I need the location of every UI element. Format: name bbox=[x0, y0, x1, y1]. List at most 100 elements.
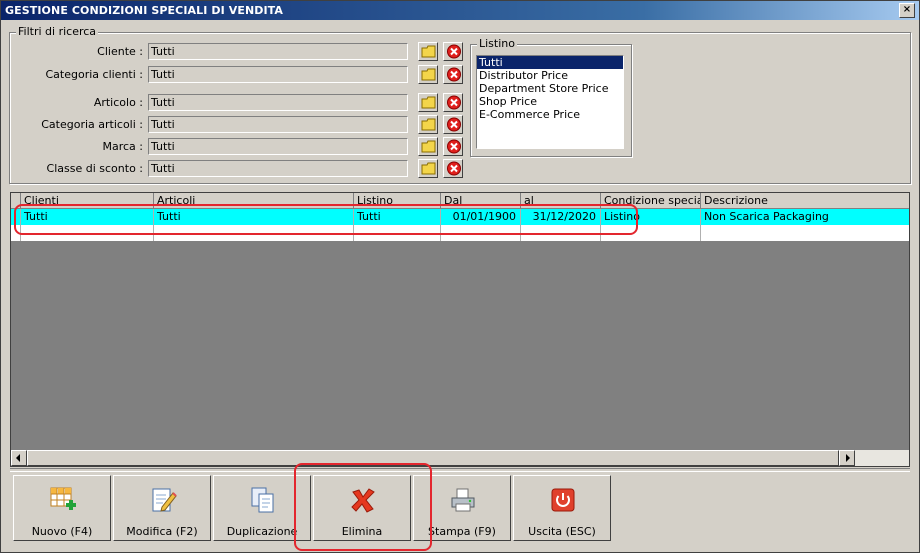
clear-icon bbox=[447, 44, 461, 59]
row-indicator bbox=[11, 209, 21, 225]
row-indicator-header bbox=[11, 193, 21, 209]
cell-articoli[interactable]: Tutti bbox=[154, 209, 354, 225]
cell-clienti[interactable]: Tutti bbox=[21, 209, 154, 225]
filter-label-categoria-clienti: Categoria clienti : bbox=[45, 68, 143, 81]
browse-articolo-button[interactable] bbox=[418, 93, 438, 112]
filter-field-articolo[interactable]: Tutti bbox=[148, 94, 408, 111]
scroll-left-button[interactable] bbox=[11, 450, 27, 466]
listino-option[interactable]: Shop Price bbox=[477, 95, 623, 108]
folder-icon bbox=[421, 140, 436, 153]
clear-cliente-button[interactable] bbox=[443, 42, 463, 61]
row-indicator bbox=[11, 225, 21, 241]
clear-icon bbox=[447, 95, 461, 110]
table-row-empty[interactable] bbox=[11, 225, 909, 241]
clear-marca-button[interactable] bbox=[443, 137, 463, 156]
cell-empty[interactable] bbox=[154, 225, 354, 241]
col-header-al[interactable]: al bbox=[521, 193, 601, 209]
col-header-condizione-speciale[interactable]: Condizione speciale bbox=[601, 193, 701, 209]
horizontal-scrollbar[interactable] bbox=[11, 450, 909, 466]
cell-dal[interactable]: 01/01/1900 bbox=[441, 209, 521, 225]
cell-condizione-speciale[interactable]: Listino bbox=[601, 209, 701, 225]
col-header-articoli[interactable]: Articoli bbox=[154, 193, 354, 209]
cell-empty[interactable] bbox=[521, 225, 601, 241]
filter-field-categoria-clienti[interactable]: Tutti bbox=[148, 66, 408, 83]
cell-empty[interactable] bbox=[701, 225, 909, 241]
filter-label-classe-di-sconto: Classe di sconto : bbox=[46, 162, 143, 175]
power-icon bbox=[551, 488, 575, 512]
window-title: GESTIONE CONDIZIONI SPECIALI DI VENDITA bbox=[5, 4, 284, 17]
listino-option[interactable]: Distributor Price bbox=[477, 69, 623, 82]
folder-icon bbox=[421, 162, 436, 175]
filter-field-categoria-articoli[interactable]: Tutti bbox=[148, 116, 408, 133]
col-header-clienti[interactable]: Clienti bbox=[21, 193, 154, 209]
clear-icon bbox=[447, 161, 461, 176]
main-window: GESTIONE CONDIZIONI SPECIALI DI VENDITA … bbox=[0, 0, 920, 553]
new-grid-icon bbox=[50, 487, 76, 510]
arrow-right-icon bbox=[846, 454, 850, 462]
edit-document-icon bbox=[152, 488, 177, 512]
clear-classe-di-sconto-button[interactable] bbox=[443, 159, 463, 178]
listino-option[interactable]: E-Commerce Price bbox=[477, 108, 623, 121]
grid-header: Clienti Articoli Listino Dal al Condizio… bbox=[11, 193, 909, 209]
filter-label-marca: Marca : bbox=[102, 140, 143, 153]
duplicazione-button[interactable]: Duplicazione bbox=[213, 475, 311, 541]
scroll-thumb[interactable] bbox=[27, 450, 839, 466]
clear-categoria-articoli-button[interactable] bbox=[443, 115, 463, 134]
toolbar-separator bbox=[10, 468, 910, 472]
printer-icon bbox=[451, 488, 475, 512]
cell-empty[interactable] bbox=[441, 225, 521, 241]
clear-articolo-button[interactable] bbox=[443, 93, 463, 112]
modifica-button[interactable]: Modifica (F2) bbox=[113, 475, 211, 541]
browse-categoria-clienti-button[interactable] bbox=[418, 65, 438, 84]
nuovo-label: Nuovo (F4) bbox=[31, 525, 93, 538]
browse-marca-button[interactable] bbox=[418, 137, 438, 156]
delete-x-icon bbox=[351, 488, 375, 513]
stampa-button[interactable]: Stampa (F9) bbox=[413, 475, 511, 541]
cell-empty[interactable] bbox=[601, 225, 701, 241]
modifica-label: Modifica (F2) bbox=[126, 525, 198, 538]
clear-icon bbox=[447, 139, 461, 154]
col-header-descrizione[interactable]: Descrizione bbox=[701, 193, 909, 209]
duplicazione-label: Duplicazione bbox=[226, 525, 298, 538]
duplicate-icon bbox=[251, 487, 274, 513]
clear-icon bbox=[447, 67, 461, 82]
cell-listino[interactable]: Tutti bbox=[354, 209, 441, 225]
filter-field-classe-di-sconto[interactable]: Tutti bbox=[148, 160, 408, 177]
clear-icon bbox=[447, 117, 461, 132]
listino-legend: Listino bbox=[477, 37, 517, 50]
cell-descrizione[interactable]: Non Scarica Packaging bbox=[701, 209, 909, 225]
table-row[interactable]: Tutti Tutti Tutti 01/01/1900 31/12/2020 … bbox=[11, 209, 909, 225]
conditions-grid[interactable]: Clienti Articoli Listino Dal al Condizio… bbox=[10, 192, 910, 467]
folder-icon bbox=[421, 118, 436, 131]
uscita-label: Uscita (ESC) bbox=[528, 525, 596, 538]
browse-cliente-button[interactable] bbox=[418, 42, 438, 61]
cell-al[interactable]: 31/12/2020 bbox=[521, 209, 601, 225]
listino-option[interactable]: Department Store Price bbox=[477, 82, 623, 95]
folder-icon bbox=[421, 45, 436, 58]
folder-icon bbox=[421, 96, 436, 109]
cell-empty[interactable] bbox=[354, 225, 441, 241]
filter-label-articolo: Articolo : bbox=[93, 96, 143, 109]
title-bar: GESTIONE CONDIZIONI SPECIALI DI VENDITA … bbox=[1, 1, 919, 20]
arrow-left-icon bbox=[16, 454, 20, 462]
clear-categoria-clienti-button[interactable] bbox=[443, 65, 463, 84]
search-filters-legend: Filtri di ricerca bbox=[16, 25, 99, 38]
filter-field-cliente[interactable]: Tutti bbox=[148, 43, 408, 60]
filter-label-cliente: Cliente : bbox=[97, 45, 143, 58]
listino-listbox[interactable]: Tutti Distributor Price Department Store… bbox=[476, 55, 624, 149]
close-button[interactable]: × bbox=[899, 3, 915, 18]
stampa-label: Stampa (F9) bbox=[428, 525, 496, 538]
uscita-button[interactable]: Uscita (ESC) bbox=[513, 475, 611, 541]
col-header-dal[interactable]: Dal bbox=[441, 193, 521, 209]
listino-option[interactable]: Tutti bbox=[477, 56, 623, 69]
browse-classe-di-sconto-button[interactable] bbox=[418, 159, 438, 178]
browse-categoria-articoli-button[interactable] bbox=[418, 115, 438, 134]
elimina-label: Elimina bbox=[341, 525, 383, 538]
nuovo-button[interactable]: Nuovo (F4) bbox=[13, 475, 111, 541]
col-header-listino[interactable]: Listino bbox=[354, 193, 441, 209]
cell-empty[interactable] bbox=[21, 225, 154, 241]
filter-field-marca[interactable]: Tutti bbox=[148, 138, 408, 155]
scroll-right-button[interactable] bbox=[839, 450, 855, 466]
elimina-button[interactable]: Elimina bbox=[313, 475, 411, 541]
filter-label-categoria-articoli: Categoria articoli : bbox=[41, 118, 143, 131]
